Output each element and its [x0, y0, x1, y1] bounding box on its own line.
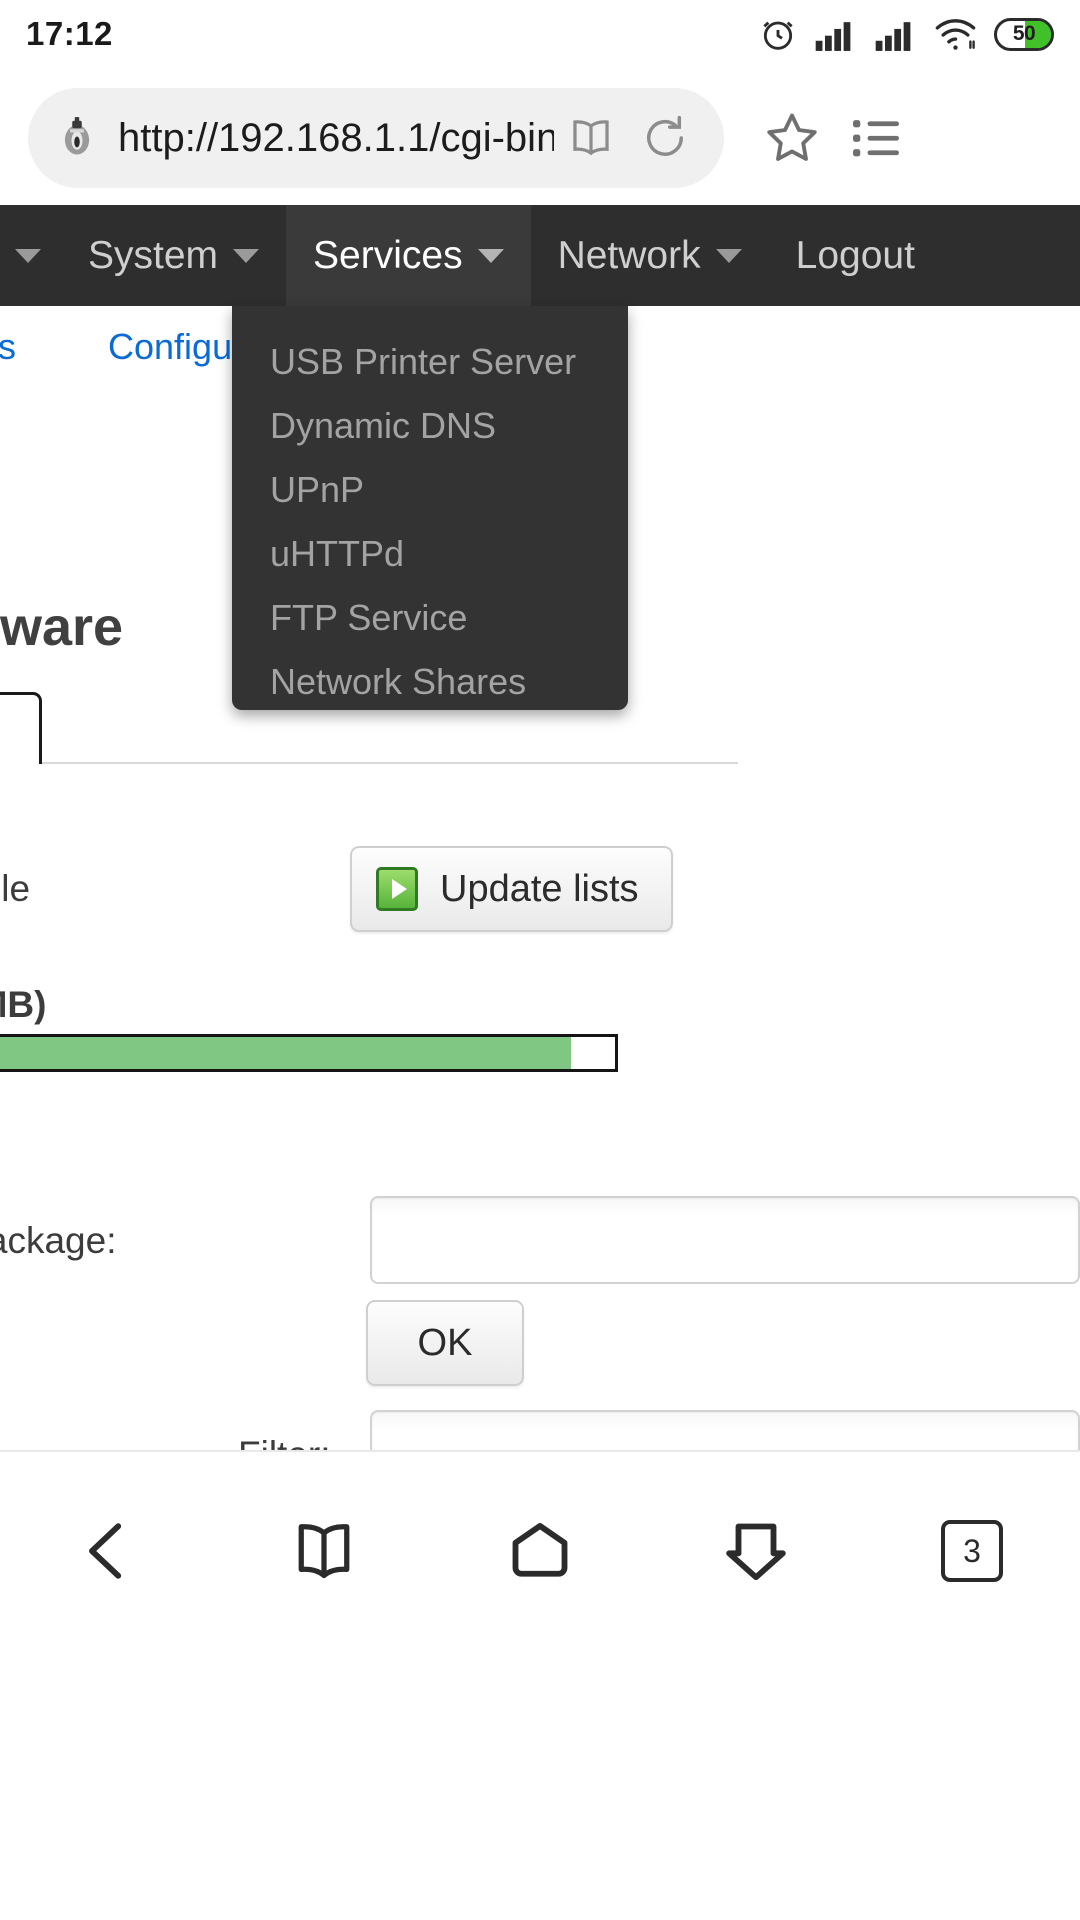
package-lists-status: age lists available — [0, 868, 31, 909]
services-dropdown-menu[interactable]: USB Printer Server Dynamic DNS UPnP uHTT… — [232, 306, 628, 710]
site-favicon-icon — [54, 115, 100, 161]
battery-icon: 50 — [994, 17, 1054, 51]
nav-item-system-label: System — [88, 233, 219, 277]
free-space-text: ce: 95% (5.27 MB) — [0, 984, 46, 1026]
tab-actions[interactable] — [0, 692, 42, 764]
ok-button-label: OK — [417, 1321, 473, 1364]
signal-2-icon — [875, 22, 911, 51]
ok-button[interactable]: OK — [366, 1300, 524, 1386]
wifi-icon — [935, 19, 976, 50]
nav-item-system[interactable]: System — [61, 205, 286, 306]
status-bar: 17:12 50 — [0, 0, 1080, 68]
tab-counter-value: 3 — [941, 1520, 1003, 1582]
update-lists-label: Update lists — [440, 867, 639, 910]
reader-mode-icon[interactable] — [554, 101, 628, 175]
luci-main-nav: System Services Network Logout — [0, 205, 1080, 306]
browser-toolbar: http://192.168.1.1/cgi-bin — [0, 84, 1080, 192]
signal-1-icon — [815, 22, 851, 51]
chevron-down-icon — [233, 248, 260, 263]
home-icon[interactable] — [480, 1496, 600, 1606]
tab-actions-label[interactable]: ns — [0, 326, 16, 368]
battery-level: 50 — [1012, 22, 1036, 45]
chevron-down-icon — [15, 248, 41, 263]
reload-icon[interactable] — [628, 101, 702, 175]
page-title: ware — [0, 597, 124, 657]
update-lists-button[interactable]: Update lists — [350, 846, 673, 932]
menu-item-usb-printer-server[interactable]: USB Printer Server — [232, 330, 628, 394]
nav-item-services[interactable]: Services — [286, 205, 531, 306]
nav-item-logout-label: Logout — [795, 233, 915, 277]
filter-input[interactable] — [370, 1410, 1080, 1450]
install-package-label: ad and install package: — [0, 1220, 117, 1261]
menu-item-ftp-service[interactable]: FTP Service — [232, 586, 628, 650]
chevron-down-icon — [477, 248, 504, 263]
apply-green-icon — [376, 867, 418, 911]
free-space-size: (5.27 MB) — [0, 984, 47, 1025]
nav-item-logout[interactable]: Logout — [769, 205, 942, 306]
status-icons: 50 — [758, 14, 1054, 54]
book-icon[interactable] — [264, 1496, 384, 1606]
download-arrow-icon[interactable] — [696, 1496, 816, 1606]
menu-item-network-shares[interactable]: Network Shares — [232, 650, 628, 714]
menu-item-dynamic-dns[interactable]: Dynamic DNS — [232, 394, 628, 458]
nav-item-network[interactable]: Network — [531, 205, 769, 306]
nav-item-services-label: Services — [313, 233, 463, 277]
browser-menu-icon[interactable] — [834, 96, 918, 180]
install-package-input[interactable] — [370, 1196, 1080, 1284]
package-lists-row: age lists available Update lists — [0, 846, 1080, 942]
address-bar[interactable]: http://192.168.1.1/cgi-bin — [28, 88, 724, 188]
free-space-progressbar — [0, 1034, 618, 1072]
browser-bottom-nav: 3 — [0, 1450, 1080, 1920]
back-arrow-icon[interactable] — [48, 1496, 168, 1606]
url-text[interactable]: http://192.168.1.1/cgi-bin — [118, 116, 554, 161]
tab-counter-button[interactable]: 3 — [912, 1496, 1032, 1606]
menu-item-uhttpd[interactable]: uHTTPd — [232, 522, 628, 586]
menu-item-upnp[interactable]: UPnP — [232, 458, 628, 522]
bookmark-star-icon[interactable] — [750, 96, 834, 180]
nav-item-truncated[interactable] — [0, 205, 61, 306]
nav-item-network-label: Network — [557, 233, 701, 277]
free-space-progressbar-fill — [0, 1037, 571, 1069]
status-time: 17:12 — [26, 15, 113, 52]
webpage-viewport: System Services Network Logout ware ns C… — [0, 192, 1080, 1450]
alarm-icon — [763, 21, 793, 50]
chevron-down-icon — [715, 248, 742, 263]
filter-label: Filter: — [238, 1434, 331, 1450]
